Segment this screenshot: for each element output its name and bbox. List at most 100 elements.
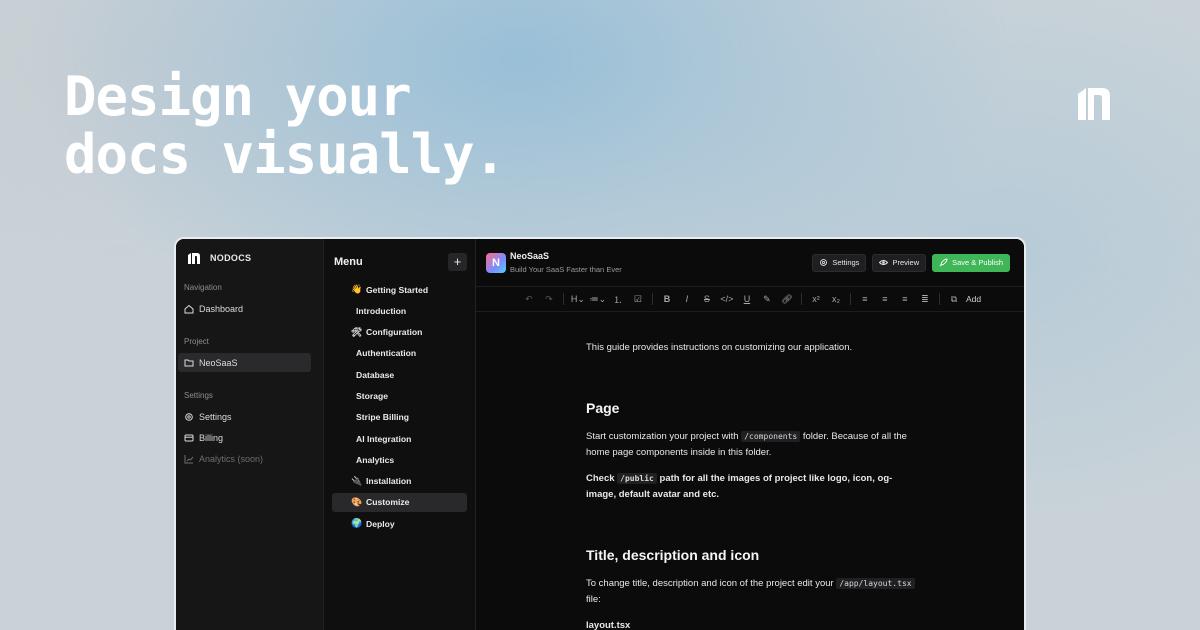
menu-item-label: Stripe Billing — [356, 412, 409, 423]
add-image-icon[interactable]: ⧉ — [944, 294, 964, 305]
sidebar-item-dashboard[interactable]: Dashboard — [178, 299, 311, 318]
doc-paragraph: Check /public path for all the images of… — [586, 471, 916, 503]
task-list-icon[interactable]: ☑ — [628, 294, 648, 305]
toolbar-divider — [562, 293, 564, 305]
eye-icon — [879, 260, 889, 265]
hero-line-2: docs visually. — [64, 123, 506, 186]
project-logo-icon: N — [486, 252, 506, 273]
menu-item-getting-started[interactable]: 👋 Getting Started — [332, 280, 467, 299]
editor-main: N NeoSaaS Build Your SaaS Faster than Ev… — [476, 239, 1024, 630]
doc-paragraph: Start customization your project with /c… — [586, 429, 916, 461]
preview-button-label: Preview — [892, 258, 920, 267]
menu-item-deploy[interactable]: 🌍 Deploy — [332, 514, 467, 533]
sidebar-item-label: Settings — [199, 411, 232, 422]
gear-icon — [185, 412, 193, 421]
menu-item-label: Introduction — [356, 305, 407, 316]
code-icon[interactable]: </> — [717, 294, 737, 304]
menu-item-introduction[interactable]: Introduction — [332, 301, 467, 320]
menu-item-customize[interactable]: 🎨 Customize — [332, 492, 467, 512]
project-name: NeoSaaS — [510, 251, 550, 261]
menu-item-analytics[interactable]: Analytics — [332, 450, 467, 469]
app-window: NODOCS Navigation Dashboard Project NeoS… — [174, 237, 1026, 630]
project-subtitle: Build Your SaaS Faster than Ever — [510, 265, 622, 274]
menu-item-emoji-icon: 🎨 — [351, 496, 363, 507]
menu-item-authentication[interactable]: Authentication — [332, 344, 467, 363]
document-content[interactable]: This guide provides instructions on cust… — [476, 312, 916, 630]
menu-list: 👋 Getting Started Introduction 🛠 Configurati… — [332, 280, 467, 533]
align-justify-icon[interactable]: ≣ — [915, 294, 935, 305]
menu-item-storage[interactable]: Storage — [332, 386, 467, 405]
undo-icon[interactable]: ↶ — [519, 294, 539, 305]
bullet-list-dropdown-icon[interactable]: ≔⌄ — [588, 294, 608, 305]
bold-icon[interactable]: B — [657, 294, 677, 304]
highlight-icon[interactable]: ✎ — [757, 294, 777, 305]
hero-line-1: Design your — [64, 65, 412, 128]
sidebar-item-label: Analytics (soon) — [199, 453, 264, 464]
hero-headline: Design your docs visually. — [64, 65, 506, 186]
sidebar-item-neosaas[interactable]: NeoSaaS — [178, 353, 311, 372]
align-center-icon[interactable]: ≡ — [875, 294, 895, 304]
brand-logo-icon — [1078, 88, 1110, 120]
underline-icon[interactable]: U — [737, 294, 757, 304]
heading-dropdown-icon[interactable]: H⌄ — [568, 294, 588, 305]
navigation-section-label: Navigation — [184, 283, 222, 292]
settings-button-label: Settings — [832, 258, 860, 267]
sidebar-item-billing[interactable]: Billing — [178, 428, 311, 447]
strikethrough-icon[interactable]: S — [697, 294, 717, 304]
doc-text: Check — [586, 473, 618, 484]
menu-item-label: Storage — [356, 390, 388, 401]
doc-text: file: — [586, 594, 601, 605]
add-page-button[interactable]: + — [448, 253, 467, 271]
doc-paragraph: layout.tsx — [586, 620, 631, 630]
topbar-actions: Settings Preview Save & Publish — [812, 253, 1010, 272]
inline-code: /public — [617, 473, 657, 484]
home-icon — [184, 304, 194, 313]
add-button-label[interactable]: Add — [966, 294, 981, 304]
project-info: NeoSaaS Build Your SaaS Faster than Ever — [510, 251, 622, 274]
menu-item-label: Installation — [366, 476, 412, 487]
docs-menu: Menu + 👋 Getting Started Introduction 🛠 Conf… — [324, 239, 476, 630]
align-right-icon[interactable]: ≡ — [895, 294, 915, 304]
settings-section-label: Settings — [184, 391, 213, 400]
menu-item-ai-integration[interactable]: AI Integration — [332, 429, 467, 448]
sidebar-item-analytics: Analytics (soon) — [178, 449, 311, 468]
menu-item-database[interactable]: Database — [332, 365, 467, 384]
menu-item-configuration[interactable]: 🛠 Configuration — [332, 323, 467, 342]
menu-item-label: Authentication — [356, 348, 417, 359]
editor-topbar: N NeoSaaS Build Your SaaS Faster than Ev… — [476, 239, 1024, 287]
menu-item-emoji-icon: 🔌 — [351, 475, 363, 486]
subscript-icon[interactable]: x₂ — [826, 294, 846, 304]
app-logo[interactable]: NODOCS — [176, 249, 323, 267]
italic-icon[interactable]: I — [677, 294, 697, 304]
toolbar-divider — [651, 293, 653, 305]
inline-code: /components — [741, 431, 801, 442]
menu-item-label: Customize — [366, 497, 410, 508]
preview-button[interactable]: Preview — [872, 253, 927, 272]
heading-title-description: Title, description and icon — [586, 547, 760, 563]
ordered-list-icon[interactable]: ⒈ — [608, 293, 628, 306]
doc-text: To change title, description and icon of… — [586, 578, 837, 589]
link-icon[interactable]: 🔗︎ — [777, 294, 797, 305]
save-publish-button[interactable]: Save & Publish — [932, 253, 1010, 272]
folder-open-icon — [184, 359, 194, 366]
save-publish-button-label: Save & Publish — [952, 258, 1003, 267]
menu-item-installation[interactable]: 🔌 Installation — [332, 472, 467, 491]
toolbar-divider — [800, 293, 802, 305]
superscript-icon[interactable]: x² — [806, 294, 826, 304]
menu-item-stripe-billing[interactable]: Stripe Billing — [332, 408, 467, 427]
sidebar-item-settings[interactable]: Settings — [178, 407, 311, 426]
sidebar: NODOCS Navigation Dashboard Project NeoS… — [176, 239, 324, 630]
redo-icon[interactable]: ↷ — [539, 294, 559, 305]
menu-item-emoji-icon: 🌍 — [351, 518, 363, 529]
menu-item-label: AI Integration — [356, 433, 412, 444]
menu-header: Menu + — [332, 253, 467, 271]
editor-toolbar: ↶ ↷ H⌄ ≔⌄ ⒈ ☑ B I S </> U ✎ 🔗︎ x² x₂ ≡ ≡… — [476, 287, 1024, 312]
credit-card-icon — [184, 434, 194, 441]
nodocs-logo-icon — [188, 252, 200, 264]
rocket-icon — [939, 258, 948, 267]
doc-text: Start customization your project with — [586, 431, 742, 442]
align-left-icon[interactable]: ≡ — [855, 294, 875, 304]
heading-page: Page — [586, 400, 620, 416]
chart-icon — [184, 454, 194, 463]
settings-button[interactable]: Settings — [812, 253, 867, 272]
